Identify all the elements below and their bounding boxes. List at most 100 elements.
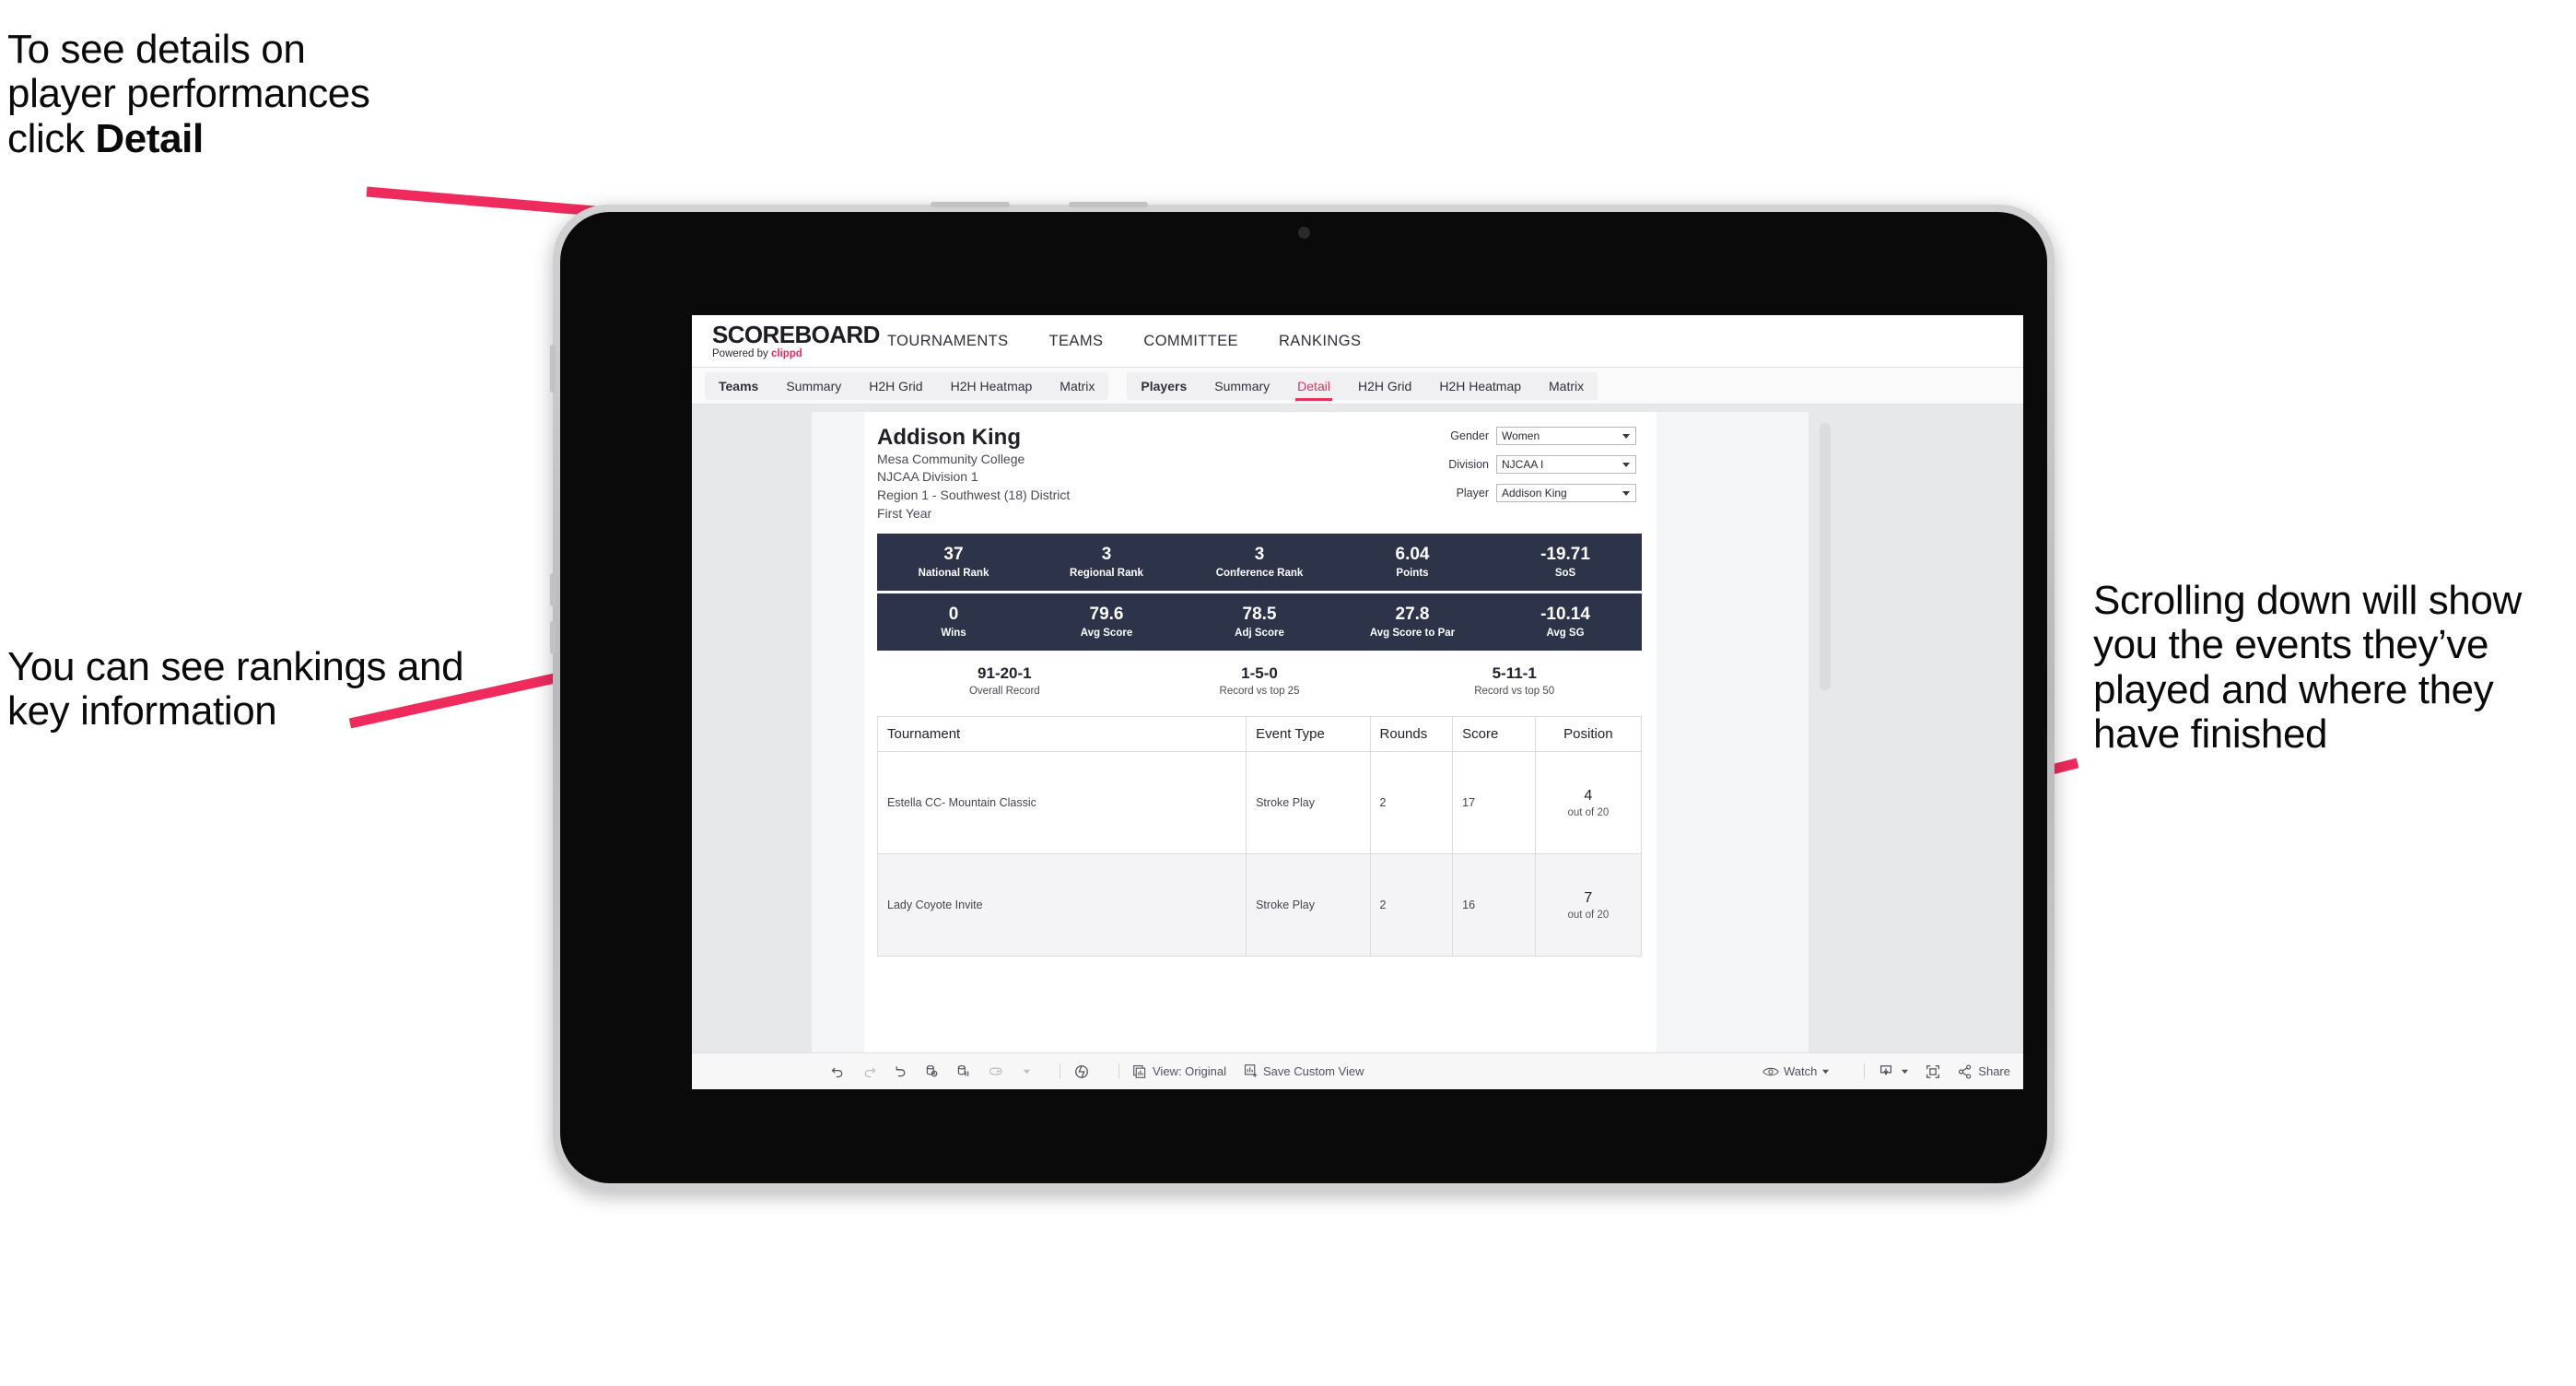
view-original-button[interactable]: View: Original — [1132, 1063, 1226, 1079]
volume-down-button[interactable] — [550, 621, 556, 654]
logo-tagline: Powered by clippd — [712, 347, 867, 360]
save-custom-view-label: Save Custom View — [1262, 1064, 1364, 1078]
fullscreen-icon[interactable] — [1925, 1063, 1941, 1080]
tab-players-h2h-grid[interactable]: H2H Grid — [1344, 372, 1425, 400]
position-field-size: out of 20 — [1567, 909, 1610, 921]
primary-nav: TOURNAMENTS TEAMS COMMITTEE RANKINGS — [867, 315, 1381, 367]
device-bezel: SCOREBOARD Powered by clippd TOURNAMENTS… — [560, 212, 2047, 1183]
player-name: Addison King — [877, 425, 1021, 450]
toolbar-divider — [1118, 1063, 1119, 1079]
tab-teams[interactable]: Teams — [705, 372, 772, 400]
antenna-band-left — [931, 202, 1010, 207]
power-button[interactable] — [550, 345, 556, 393]
tablet-device: SCOREBOARD Powered by clippd TOURNAMENTS… — [550, 202, 2055, 1191]
stat-label: Regional Rank — [1070, 568, 1143, 580]
download-icon[interactable] — [1878, 1063, 1894, 1080]
position-value: 7 — [1584, 890, 1593, 907]
nav-rankings[interactable]: RANKINGS — [1259, 315, 1381, 367]
stat-label: Adj Score — [1235, 628, 1284, 640]
filter-player-select[interactable]: Addison King — [1496, 484, 1636, 502]
column-header-position[interactable]: Position — [1534, 716, 1643, 752]
tab-players[interactable]: Players — [1127, 372, 1200, 400]
app-logo[interactable]: SCOREBOARD Powered by clippd — [692, 315, 880, 367]
chevron-down-icon — [1622, 463, 1630, 467]
revert-icon[interactable] — [893, 1063, 908, 1079]
stat-label: National Rank — [918, 568, 989, 580]
secondary-nav: Teams Summary H2H Grid H2H Heatmap Matri… — [692, 368, 2023, 405]
filter-player: Player Addison King — [1411, 484, 1636, 502]
chevron-down-icon — [1622, 434, 1630, 439]
annotation-right: Scrolling down will show you the events … — [2093, 578, 2522, 758]
record-label: Record vs top 50 — [1474, 686, 1555, 698]
players-tab-group: Players Summary Detail H2H Grid H2H Heat… — [1127, 371, 1598, 401]
cell-score: 17 — [1452, 751, 1536, 854]
tab-players-summary[interactable]: Summary — [1200, 372, 1283, 400]
annotation-line: To see details on — [7, 27, 306, 72]
table-row[interactable]: Lady Coyote Invite Stroke Play 2 16 7 ou… — [876, 853, 1643, 957]
stat-value: 37 — [943, 544, 964, 564]
table-header-row: Tournament Event Type Rounds Score Posit… — [876, 716, 1643, 752]
show-hide-cards-icon[interactable] — [1073, 1063, 1090, 1080]
redo-icon[interactable] — [861, 1063, 877, 1079]
column-header-rounds[interactable]: Rounds — [1369, 716, 1454, 752]
volume-up-button[interactable] — [550, 573, 556, 606]
dashboard-sheet: Addison King Mesa Community College NJCA… — [812, 412, 1831, 1052]
filter-division-select[interactable]: NJCAA I — [1496, 455, 1636, 474]
save-custom-view-button[interactable]: Save Custom View — [1243, 1063, 1364, 1079]
pan-icon[interactable] — [987, 1063, 1007, 1079]
position-value: 4 — [1584, 788, 1593, 805]
antenna-band-right — [1069, 202, 1148, 207]
download-dropdown-icon[interactable] — [1901, 1067, 1909, 1075]
column-header-event-type[interactable]: Event Type — [1246, 716, 1371, 752]
stat-label: Conference Rank — [1215, 568, 1304, 580]
filter-player-label: Player — [1456, 487, 1489, 499]
viz-toolbar: View: Original Save Custom View Watch Sh… — [692, 1052, 2023, 1089]
column-header-tournament[interactable]: Tournament — [876, 716, 1247, 752]
app-header: SCOREBOARD Powered by clippd TOURNAMENTS… — [692, 315, 2023, 368]
column-header-score[interactable]: Score — [1452, 716, 1536, 752]
filter-gender-value: Women — [1502, 429, 1540, 442]
table-row[interactable]: Estella CC- Mountain Classic Stroke Play… — [876, 751, 1643, 854]
record-value: 91-20-1 — [978, 664, 1032, 682]
stats-band-scoring: 0 Wins 79.6 Avg Score 78.5 Adj Score 27.… — [877, 593, 1642, 651]
tab-players-h2h-heatmap[interactable]: H2H Heatmap — [1425, 372, 1535, 400]
chevron-down-icon — [1622, 491, 1630, 496]
player-school: Mesa Community College — [877, 451, 1025, 466]
tab-teams-h2h-grid[interactable]: H2H Grid — [855, 372, 936, 400]
nav-committee[interactable]: COMMITTEE — [1123, 315, 1259, 367]
toolbar-divider — [1864, 1063, 1866, 1079]
device-screen: SCOREBOARD Powered by clippd TOURNAMENTS… — [692, 315, 2023, 1089]
vertical-scrollbar[interactable] — [1820, 423, 1831, 690]
annotation-click-prefix: click — [7, 115, 96, 161]
nav-teams[interactable]: TEAMS — [1029, 315, 1124, 367]
player-region: Region 1 - Southwest (18) District — [877, 487, 1071, 503]
tab-teams-h2h-heatmap[interactable]: H2H Heatmap — [937, 372, 1047, 400]
tournament-table: Tournament Event Type Rounds Score Posit… — [876, 716, 1643, 957]
refresh-data-icon[interactable] — [924, 1063, 940, 1079]
tab-players-matrix[interactable]: Matrix — [1535, 372, 1598, 400]
nav-tournaments[interactable]: TOURNAMENTS — [867, 315, 1029, 367]
record-overall: 91-20-1 Overall Record — [877, 659, 1132, 703]
pan-dropdown-icon[interactable] — [1023, 1067, 1031, 1075]
logo-clippd-brand: clippd — [770, 347, 802, 359]
record-value: 1-5-0 — [1241, 664, 1278, 682]
tab-teams-summary[interactable]: Summary — [772, 372, 855, 400]
stat-value: 6.04 — [1395, 544, 1430, 564]
undo-icon[interactable] — [830, 1063, 846, 1079]
stat-value: 79.6 — [1089, 604, 1124, 624]
share-label: Share — [1978, 1064, 2010, 1078]
filter-gender-select[interactable]: Women — [1496, 427, 1636, 445]
tab-teams-matrix[interactable]: Matrix — [1046, 372, 1108, 400]
watch-button[interactable]: Watch — [1762, 1064, 1834, 1078]
pause-auto-update-icon[interactable] — [955, 1063, 971, 1079]
player-division: NJCAA Division 1 — [877, 469, 978, 485]
stat-label: SoS — [1554, 568, 1576, 580]
tab-players-detail[interactable]: Detail — [1283, 372, 1344, 401]
cell-tournament: Estella CC- Mountain Classic — [876, 751, 1247, 854]
share-button[interactable]: Share — [1957, 1063, 2010, 1080]
stat-points: 6.04 Points — [1336, 534, 1489, 591]
watch-label: Watch — [1783, 1064, 1818, 1078]
filter-panel: Gender Women Division NJCAA I Player Add… — [1411, 427, 1636, 512]
annotation-top-left: To see details on player performances cl… — [7, 27, 615, 161]
front-camera — [1298, 227, 1310, 239]
